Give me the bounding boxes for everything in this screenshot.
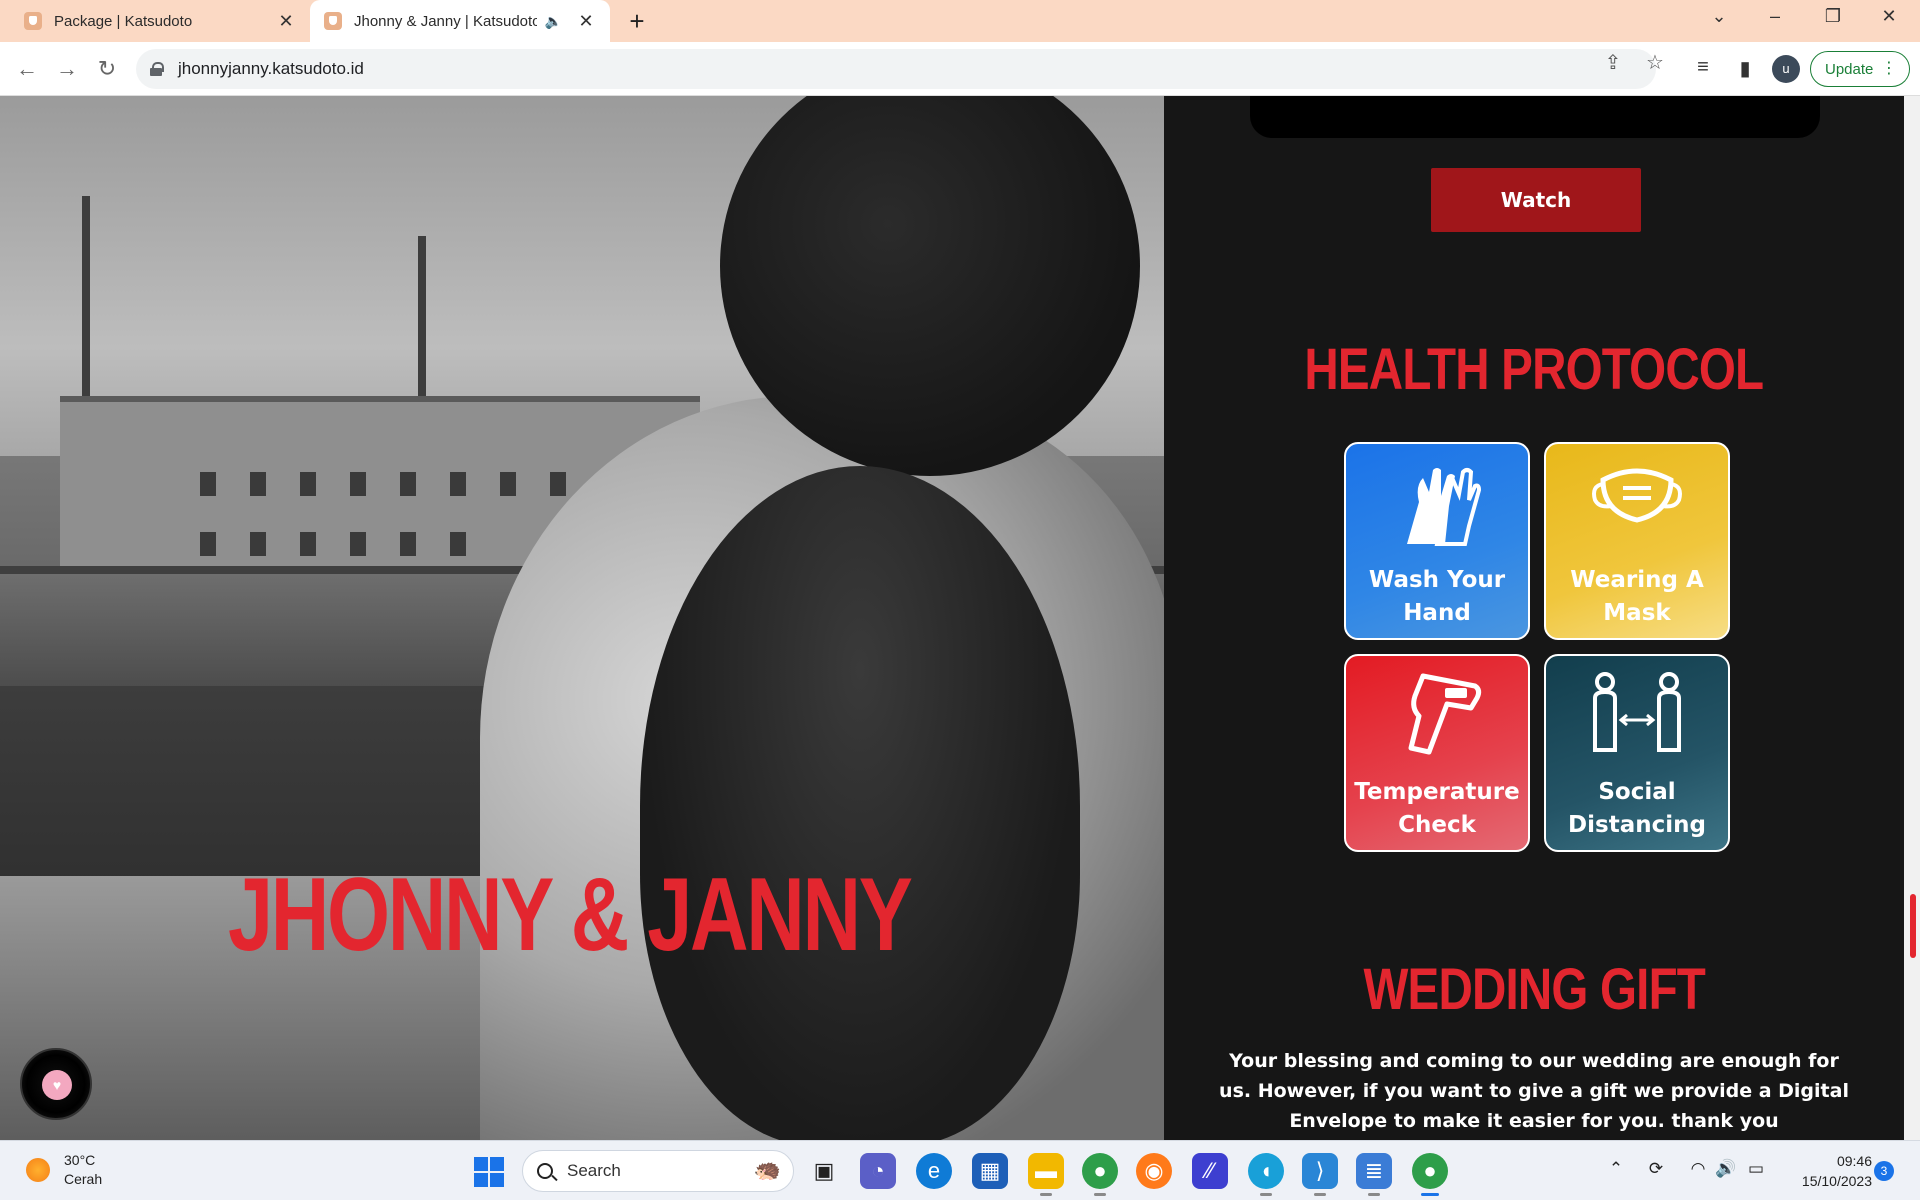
clock-date: 15/10/2023 (1801, 1173, 1872, 1189)
health-protocol-heading: HEALTH PROTOCOL (1164, 336, 1904, 403)
protocol-label-line2: Mask (1603, 600, 1671, 626)
protocol-card-social-distancing: Social Distancing (1544, 654, 1730, 852)
search-highlight-icon: 🦔 (753, 1157, 781, 1182)
update-label: Update (1825, 60, 1874, 78)
bookmark-star-icon[interactable]: ☆ (1642, 50, 1668, 75)
wedding-gift-text: Your blessing and coming to our wedding … (1219, 1050, 1849, 1132)
close-window-button[interactable]: ✕ (1866, 6, 1912, 27)
close-tab-icon[interactable]: ✕ (276, 11, 296, 32)
content-panel: Watch HEALTH PROTOCOL Wash Your Hand Wea… (1164, 96, 1904, 1140)
wifi-icon[interactable]: ◠ (1686, 1159, 1710, 1179)
media-control-icon[interactable]: ≡ (1690, 56, 1716, 79)
chat-icon[interactable]: ◔ (860, 1153, 896, 1189)
health-protocol-title: HEALTH PROTOCOL (1304, 337, 1765, 402)
chrome-icon[interactable]: ● (1082, 1153, 1118, 1196)
firefox-icon[interactable]: ◉ (1136, 1153, 1172, 1189)
wedding-gift-title: WEDDING GIFT (1363, 957, 1705, 1022)
app-bird-icon[interactable]: ◖ (1248, 1153, 1284, 1196)
page-scrollbar[interactable] (1904, 96, 1920, 1140)
edge-icon[interactable]: e (916, 1153, 952, 1189)
reload-button[interactable]: ↻ (92, 54, 122, 84)
taskbar-search[interactable]: Search 🦔 (522, 1150, 794, 1192)
music-toggle-button[interactable]: ♥ (20, 1048, 92, 1120)
protocol-label-line1: Social (1598, 779, 1676, 805)
sync-icon[interactable]: ⟳ (1644, 1159, 1668, 1179)
address-bar[interactable]: jhonnyjanny.katsudoto.id (136, 49, 1656, 89)
protocol-label-line1: Temperature (1354, 779, 1520, 805)
volume-icon[interactable]: 🔊 (1714, 1159, 1738, 1179)
tab-title: Package | Katsudoto (54, 12, 193, 30)
minimize-button[interactable]: – (1752, 6, 1798, 27)
heart-icon: ♥ (42, 1070, 72, 1100)
profile-avatar[interactable]: u (1772, 55, 1800, 83)
system-clock[interactable]: 09:46 15/10/2023 (1780, 1151, 1872, 1191)
update-button[interactable]: Update ⋮ (1810, 51, 1910, 87)
tray-chevron-icon[interactable]: ⌃ (1604, 1159, 1628, 1179)
browser-tab-strip: Package | Katsudoto ✕ Jhonny & Janny | K… (0, 0, 1920, 42)
protocol-label-line2: Hand (1403, 600, 1471, 626)
tab-title: Jhonny & Janny | Katsudoto (354, 12, 537, 30)
close-tab-icon[interactable]: ✕ (576, 11, 596, 32)
photo-couple-hair (640, 466, 1080, 1140)
protocol-label-line2: Check (1398, 812, 1476, 838)
protocol-label-line1: Wash Your (1368, 567, 1506, 593)
tab-package[interactable]: Package | Katsudoto ✕ (10, 0, 310, 42)
back-button[interactable]: ← (12, 54, 42, 84)
katsudoto-favicon-icon (24, 12, 42, 30)
notepad-icon[interactable]: ≣ (1356, 1153, 1392, 1196)
app-icon[interactable]: ⁄⁄ (1192, 1153, 1228, 1189)
task-view-icon[interactable]: ▣ (806, 1153, 842, 1189)
restore-button[interactable]: ❐ (1810, 6, 1856, 27)
menu-dots-icon[interactable]: ⋮ (1881, 58, 1897, 78)
watch-button[interactable]: Watch (1431, 168, 1641, 232)
battery-icon[interactable]: ▭ (1744, 1159, 1768, 1179)
weather-desc: Cerah (64, 1171, 103, 1187)
protocol-label-line1: Wearing A (1570, 567, 1704, 593)
store-icon[interactable]: ▦ (972, 1153, 1008, 1189)
sun-icon (26, 1158, 50, 1182)
share-icon[interactable]: ⇪ (1600, 50, 1626, 75)
url-text[interactable]: jhonnyjanny.katsudoto.id (178, 59, 364, 79)
thermometer-gun-icon (1408, 673, 1482, 755)
hands-icon (1407, 468, 1482, 546)
search-icon (537, 1163, 553, 1179)
start-button[interactable] (474, 1157, 504, 1187)
forward-button[interactable]: → (52, 54, 82, 84)
weather-temp: 30°C (64, 1152, 96, 1168)
browser-toolbar: ← → ↻ jhonnyjanny.katsudoto.id ⇪ ☆ ≡ ▮ u… (0, 42, 1920, 96)
clock-time: 09:46 (1836, 1153, 1872, 1169)
scrollbar-thumb[interactable] (1910, 894, 1916, 958)
lock-icon[interactable] (150, 62, 164, 76)
weather-text: 30°C Cerah (64, 1151, 102, 1189)
speaker-icon[interactable]: 🔈 (545, 13, 562, 30)
page-viewport: JHONNY & JANNY ♥ Watch HEALTH PROTOCOL W… (0, 96, 1920, 1140)
wedding-gift-heading: WEDDING GIFT (1164, 956, 1904, 1023)
katsudoto-favicon-icon (324, 12, 342, 30)
video-embed[interactable] (1250, 96, 1820, 138)
protocol-card-wash-hand: Wash Your Hand (1344, 442, 1530, 640)
weather-widget[interactable]: 30°C Cerah (26, 1151, 102, 1189)
new-tab-button[interactable]: + (622, 6, 652, 37)
couple-names-heading: JHONNY & JANNY (228, 857, 913, 973)
mask-icon (1592, 468, 1682, 523)
tab-search-chevron-icon[interactable]: ⌄ (1696, 6, 1742, 27)
chrome-profile-icon[interactable]: ● (1412, 1153, 1448, 1196)
file-explorer-icon[interactable]: ▬ (1028, 1153, 1064, 1196)
hero-photo: JHONNY & JANNY ♥ (0, 96, 1164, 1140)
protocol-label-line2: Distancing (1568, 812, 1706, 838)
distancing-icon (1593, 672, 1681, 752)
tab-jhonny-janny[interactable]: Jhonny & Janny | Katsudoto 🔈 ✕ (310, 0, 610, 42)
windows-taskbar: 30°C Cerah Search 🦔 ▣ ◔ e ▦ ▬ ● ◉ ⁄⁄ ◖ ⟩… (0, 1140, 1920, 1200)
search-placeholder: Search (567, 1161, 621, 1180)
vscode-icon[interactable]: ⟩ (1302, 1153, 1338, 1196)
protocol-card-wearing-mask: Wearing A Mask (1544, 442, 1730, 640)
notification-badge[interactable]: 3 (1874, 1161, 1894, 1181)
side-panel-icon[interactable]: ▮ (1732, 56, 1758, 81)
protocol-card-temperature-check: Temperature Check (1344, 654, 1530, 852)
